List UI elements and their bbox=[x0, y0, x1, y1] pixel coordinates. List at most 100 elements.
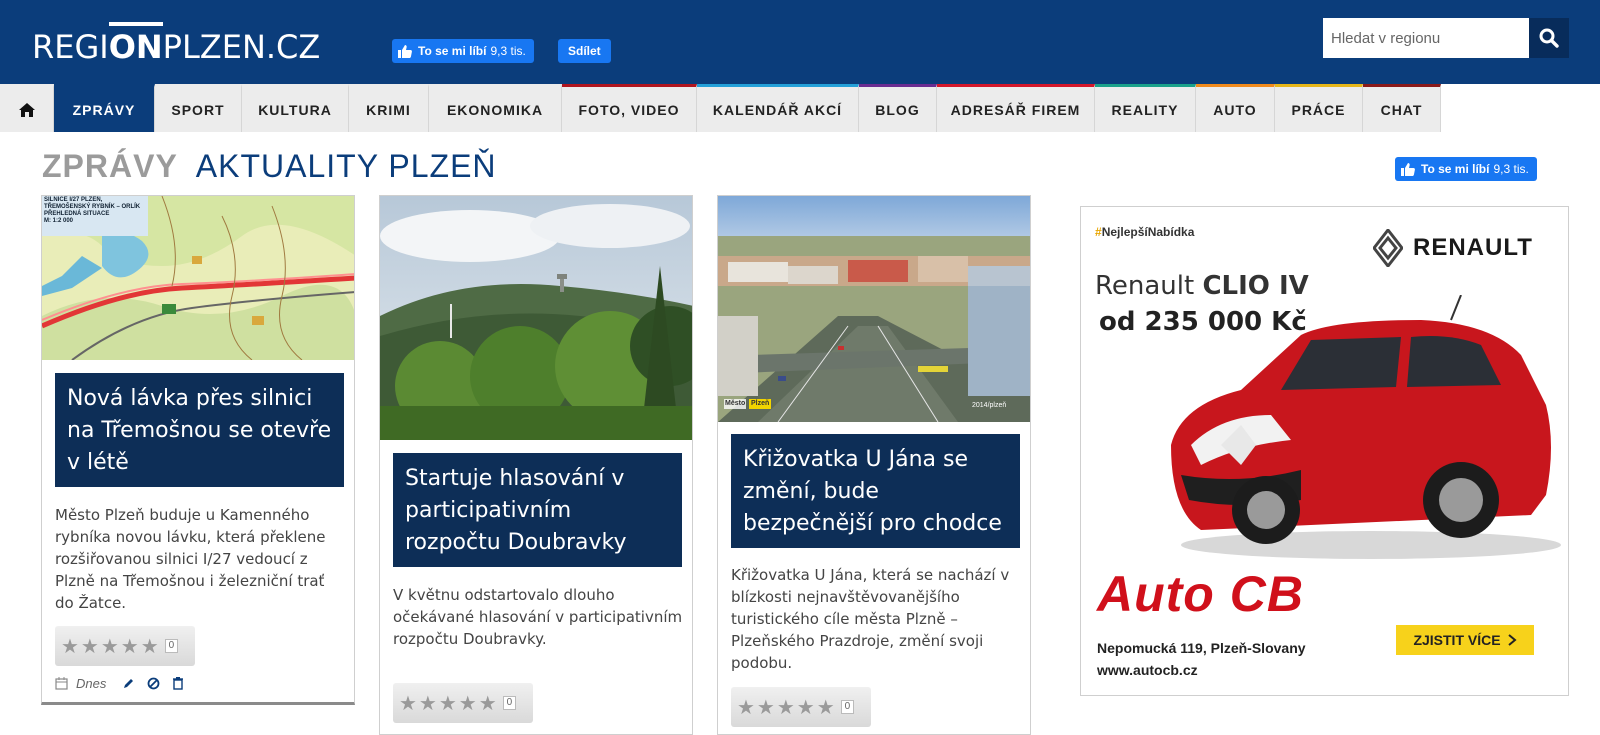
rating-count: 0 bbox=[840, 700, 855, 714]
nav-item-label: KRIMI bbox=[366, 101, 411, 118]
map-label: TŘEMOŠENSKÝ RYBNÍK – ORLÍK bbox=[44, 204, 141, 210]
section-subtitle[interactable]: AKTUALITY PLZEŇ bbox=[196, 148, 497, 184]
nav-item-label: PRÁCE bbox=[1291, 101, 1346, 118]
nav-item-ekonomika[interactable]: EKONOMIKA bbox=[429, 84, 562, 132]
nav-item-zpravy[interactable]: ZPRÁVY bbox=[54, 84, 155, 132]
article-card: Startuje hlasování v participativním roz… bbox=[379, 195, 693, 735]
article-title[interactable]: Nová lávka přes silnici na Třemošnou se … bbox=[55, 373, 344, 487]
red-car-image bbox=[1171, 295, 1561, 559]
trash-icon[interactable] bbox=[172, 677, 184, 690]
article-perex: Město Plzeň buduje u Kamenného rybníka n… bbox=[55, 504, 347, 614]
nav-item-label: REALITY bbox=[1111, 101, 1179, 118]
site-logo[interactable]: REGIONPLZEN.CZ bbox=[32, 28, 320, 66]
nav-item-kultura[interactable]: KULTURA bbox=[242, 84, 349, 132]
nav-item-kalendar-akci[interactable]: KALENDÁŘ AKCÍ bbox=[697, 84, 859, 132]
article-title-text: Nová lávka přes silnici na Třemošnou se … bbox=[67, 386, 332, 475]
ad-cta-button[interactable]: ZJISTIT VÍCE bbox=[1396, 625, 1534, 655]
section-heading: ZPRÁVY AKTUALITY PLZEŇ bbox=[42, 148, 497, 185]
search-button[interactable] bbox=[1529, 18, 1569, 58]
facebook-like-count: 9,3 tis. bbox=[490, 44, 526, 58]
nav-item-label: ADRESÁŘ FIREM bbox=[950, 101, 1081, 118]
renault-brand: RENAULT bbox=[1373, 229, 1533, 267]
thumbs-up-icon bbox=[1401, 162, 1415, 176]
nav-item-label: FOTO, VIDEO bbox=[578, 101, 680, 118]
city-aerial-photo bbox=[718, 196, 1030, 422]
ad-hashtag: #NejlepšíNabídka bbox=[1095, 225, 1194, 239]
rating-count: 0 bbox=[164, 639, 179, 653]
nav-home[interactable] bbox=[0, 84, 54, 132]
advertisement-banner[interactable]: #NejlepšíNabídka RENAULT Renault CLIO IV… bbox=[1080, 206, 1569, 696]
nav-item-chat[interactable]: CHAT bbox=[1363, 84, 1441, 132]
map-label: SILNICE I/27 PLZEŇ, bbox=[44, 197, 103, 203]
article-image[interactable]: Město Plzeň 2014/plzeň bbox=[718, 196, 1030, 422]
rating-stars-icon[interactable]: ★★★★★ bbox=[399, 691, 499, 716]
photo-watermark: 2014/plzeň bbox=[972, 402, 1007, 409]
article-perex: Křižovatka U Jána, která se nachází v bl… bbox=[731, 564, 1023, 674]
facebook-like-button[interactable]: To se mi líbí 9,3 tis. bbox=[392, 39, 534, 63]
ad-dealer-address: Nepomucká 119, Plzeň-Slovany www.autocb.… bbox=[1097, 637, 1306, 681]
rating-stars-icon[interactable]: ★★★★★ bbox=[737, 695, 837, 720]
facebook-share-button[interactable]: Sdílet bbox=[558, 39, 611, 63]
section-facebook-like-button[interactable]: To se mi líbí 9,3 tis. bbox=[1395, 157, 1537, 181]
nav-item-label: BLOG bbox=[875, 101, 920, 118]
pencil-icon[interactable] bbox=[122, 677, 135, 690]
article-perex-text: Křižovatka U Jána, která se nachází v bl… bbox=[731, 566, 1010, 672]
nav-item-label: KALENDÁŘ AKCÍ bbox=[712, 101, 843, 118]
ad-cta-label: ZJISTIT VÍCE bbox=[1413, 632, 1501, 648]
article-title-text: Startuje hlasování v participativním roz… bbox=[405, 466, 627, 555]
nav-item-label: CHAT bbox=[1380, 101, 1423, 118]
article-perex-text: V květnu odstartovalo dlouho očekávané h… bbox=[393, 586, 683, 648]
nav-item-adresar-firem[interactable]: ADRESÁŘ FIREM bbox=[937, 84, 1095, 132]
calendar-icon bbox=[55, 677, 68, 690]
map-legend: SILNICE I/27 PLZEŇ, TŘEMOŠENSKÝ RYBNÍK –… bbox=[44, 197, 140, 225]
article-title[interactable]: Startuje hlasování v participativním roz… bbox=[393, 453, 682, 567]
ad-hashtag-symbol: # bbox=[1095, 225, 1102, 239]
photo-watermark: Plzeň bbox=[751, 400, 770, 407]
home-icon bbox=[18, 102, 35, 117]
article-perex-text: Město Plzeň buduje u Kamenného rybníka n… bbox=[55, 506, 326, 612]
article-card: Město Plzeň 2014/plzeň Křižovatka U Jána… bbox=[717, 195, 1031, 735]
star-rating[interactable]: ★★★★★ 0 bbox=[393, 683, 533, 723]
article-date: Dnes bbox=[76, 676, 107, 691]
article-card: SILNICE I/27 PLZEŇ, TŘEMOŠENSKÝ RYBNÍK –… bbox=[41, 195, 355, 705]
search-icon bbox=[1539, 28, 1559, 48]
nav-item-label: EKONOMIKA bbox=[446, 101, 544, 118]
nav-item-sport[interactable]: SPORT bbox=[155, 84, 242, 132]
nav-item-blog[interactable]: BLOG bbox=[859, 84, 937, 132]
nav-item-reality[interactable]: REALITY bbox=[1095, 84, 1196, 132]
facebook-share-label: Sdílet bbox=[568, 44, 601, 58]
search-input[interactable] bbox=[1323, 18, 1529, 58]
rating-stars-icon[interactable]: ★★★★★ bbox=[61, 634, 161, 659]
nav-item-label: SPORT bbox=[171, 101, 225, 118]
thumbs-up-icon bbox=[398, 44, 412, 58]
article-title-text: Křižovatka U Jána se změní, bude bezpečn… bbox=[743, 447, 1002, 536]
star-rating[interactable]: ★★★★★ 0 bbox=[55, 626, 195, 666]
star-rating[interactable]: ★★★★★ 0 bbox=[731, 687, 871, 727]
article-title[interactable]: Křižovatka U Jána se změní, bude bezpečn… bbox=[731, 434, 1020, 548]
ad-dealer-name: Auto CB bbox=[1097, 566, 1304, 622]
nav-item-auto[interactable]: AUTO bbox=[1196, 84, 1275, 132]
article-image[interactable]: SILNICE I/27 PLZEŇ, TŘEMOŠENSKÝ RYBNÍK –… bbox=[42, 196, 354, 360]
site-header: REGIONPLZEN.CZ To se mi líbí 9,3 tis. Sd… bbox=[0, 0, 1600, 84]
ban-icon[interactable] bbox=[147, 677, 160, 690]
ad-hashtag-text: NejlepšíNabídka bbox=[1101, 225, 1195, 239]
ad-website: www.autocb.cz bbox=[1097, 662, 1198, 678]
logo-text-pre: REGI bbox=[32, 28, 109, 66]
ad-address-line: Nepomucká 119, Plzeň-Slovany bbox=[1097, 640, 1306, 656]
section-title[interactable]: ZPRÁVY bbox=[42, 148, 178, 184]
nav-item-krimi[interactable]: KRIMI bbox=[349, 84, 429, 132]
nav-item-label: ZPRÁVY bbox=[72, 101, 136, 118]
logo-text-bold: ON bbox=[108, 28, 163, 66]
article-image[interactable] bbox=[380, 196, 692, 440]
nav-item-foto-video[interactable]: FOTO, VIDEO bbox=[562, 84, 697, 132]
photo-watermark: Město bbox=[725, 400, 746, 407]
forest-photo bbox=[380, 196, 692, 440]
renault-logo-icon bbox=[1373, 229, 1403, 267]
map-label: PŘEHLEDNÁ SITUACE bbox=[44, 211, 110, 217]
chevron-right-icon bbox=[1507, 634, 1517, 646]
nav-item-prace[interactable]: PRÁCE bbox=[1275, 84, 1363, 132]
article-perex: V květnu odstartovalo dlouho očekávané h… bbox=[393, 584, 685, 650]
facebook-like-label: To se mi líbí bbox=[418, 44, 487, 58]
article-meta: Dnes bbox=[55, 676, 184, 691]
rating-count: 0 bbox=[502, 696, 517, 710]
